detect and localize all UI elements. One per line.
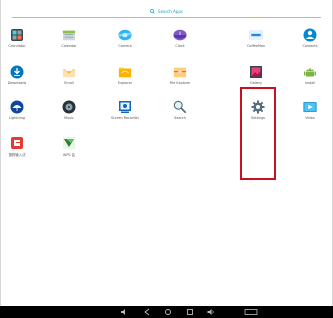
app-label: Music [64, 116, 74, 120]
coffeemax-icon [249, 28, 263, 42]
app-email[interactable]: Email [46, 65, 92, 85]
app-label: Calendar [61, 44, 77, 48]
app-file-explorer[interactable]: File Explorer [157, 65, 203, 85]
home-icon[interactable] [164, 308, 172, 316]
magnifier-icon [173, 100, 187, 114]
email-icon [62, 65, 76, 79]
app-clock[interactable]: Clock [157, 28, 203, 48]
app-label: Install [304, 81, 316, 85]
app-camera[interactable]: Camera [102, 28, 148, 48]
app-install[interactable]: Install [287, 65, 333, 85]
screen-recorder-icon [118, 100, 132, 114]
gallery-icon [249, 65, 263, 79]
app-label: Camera [118, 44, 132, 48]
camera-icon [118, 28, 132, 42]
app-music[interactable]: Music [46, 100, 92, 120]
back-icon[interactable] [143, 308, 151, 316]
app-video[interactable]: Video [287, 100, 333, 120]
app-label: Explorer [117, 81, 133, 85]
app-explorer[interactable]: Explorer [102, 65, 148, 85]
search-icon [150, 8, 155, 14]
file-explorer-icon [173, 65, 187, 79]
app-label: Calculator [8, 44, 26, 48]
contacts-icon [303, 28, 317, 42]
search-apps-bar[interactable]: Search Apps [10, 4, 323, 18]
screenshot-icon[interactable] [244, 308, 258, 316]
app-contacts[interactable]: Contacts [287, 28, 333, 48]
app-label: Search [174, 116, 186, 120]
app-lightning[interactable]: Lightning [0, 100, 40, 120]
app-coffeemax[interactable]: CoffeeMax [233, 28, 279, 48]
calculator-icon [10, 28, 24, 42]
clock-icon [173, 28, 187, 42]
music-disc-icon [62, 100, 76, 114]
app-label: CoffeeMax [247, 44, 265, 48]
app-wps[interactable]: WPS 会 [46, 136, 92, 157]
calendar-icon [62, 28, 76, 42]
navigation-bar [0, 306, 333, 318]
wps-icon [62, 136, 76, 150]
app-search[interactable]: Search [157, 100, 203, 120]
search-underline [12, 17, 321, 18]
umbrella-icon [10, 100, 24, 114]
video-icon [303, 100, 317, 114]
downloads-icon [10, 65, 24, 79]
app-drawer: Search Apps Calculator Calendar Camera C… [0, 0, 333, 318]
search-apps-label: Search Apps [158, 8, 183, 14]
app-label: Lightning [9, 116, 25, 120]
app-label: Clock [175, 44, 185, 48]
app-label: Contacts [302, 44, 318, 48]
volume-up-icon[interactable] [207, 308, 215, 316]
app-calculator[interactable]: Calculator [0, 28, 40, 48]
app-label: Screen Recorder [111, 116, 139, 120]
app-label: Gallery [249, 81, 263, 85]
app-calendar[interactable]: Calendar [46, 28, 92, 48]
android-icon [303, 65, 317, 79]
app-sogou[interactable]: 搜狗输入法 [0, 136, 40, 157]
app-screen-recorder[interactable]: Screen Recorder [102, 100, 148, 120]
app-label: Video [305, 116, 315, 120]
settings-highlight-box [240, 87, 276, 180]
app-label: WPS 会 [62, 153, 76, 157]
app-label: 搜狗输入法 [8, 153, 26, 157]
sogou-icon [10, 136, 24, 150]
app-label: Email [64, 81, 74, 85]
explorer-icon [118, 65, 132, 79]
recents-icon[interactable] [186, 308, 194, 316]
volume-down-icon[interactable] [120, 308, 128, 316]
app-label: File Explorer [169, 81, 191, 85]
app-gallery[interactable]: Gallery [233, 65, 279, 85]
app-label: Downloads [7, 81, 27, 85]
app-downloads[interactable]: Downloads [0, 65, 40, 85]
